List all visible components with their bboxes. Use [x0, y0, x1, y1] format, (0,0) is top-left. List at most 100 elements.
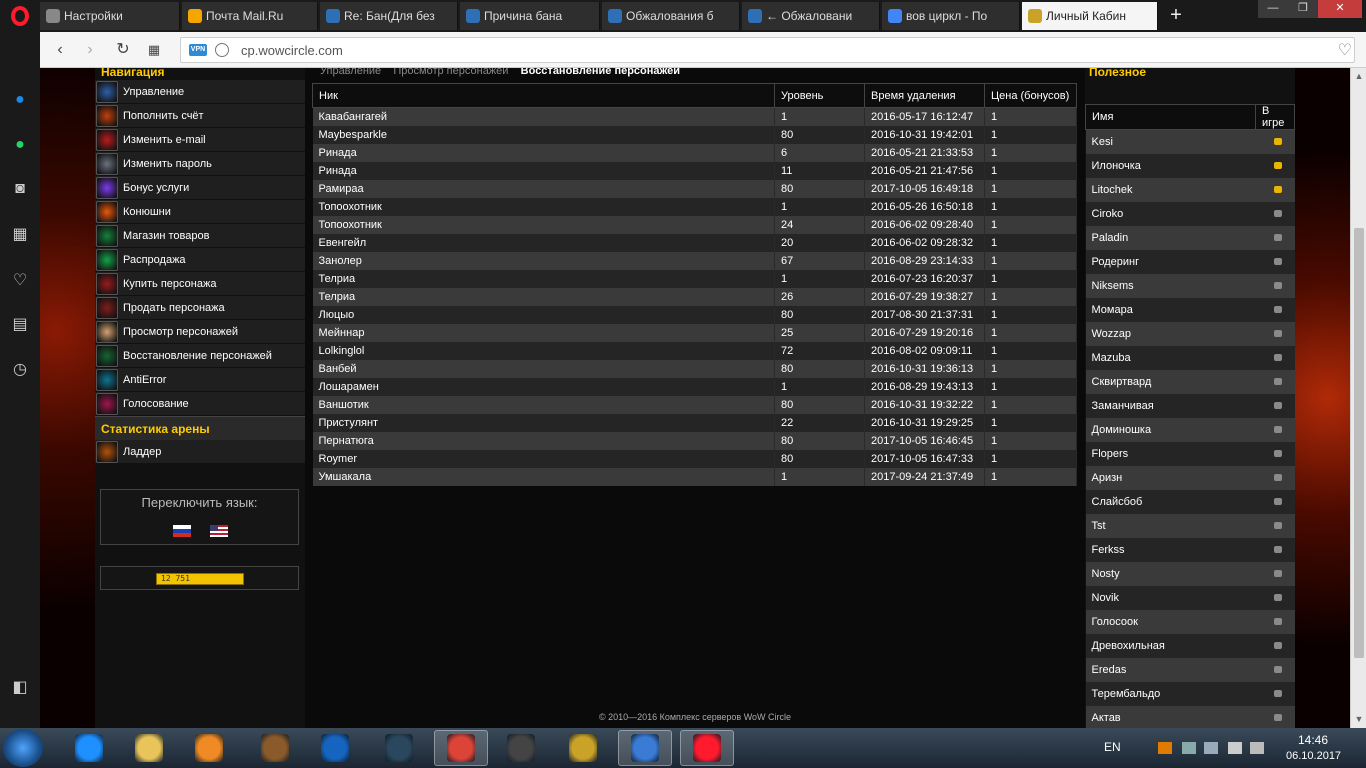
tray-date[interactable]: 06.10.2017: [1286, 750, 1341, 762]
scrollbar-thumb[interactable]: [1354, 228, 1364, 658]
browser-tab[interactable]: вов циркл - По: [882, 2, 1020, 30]
nav-item[interactable]: Управление: [95, 80, 305, 104]
taskbar-app-button[interactable]: [122, 730, 176, 766]
player-row[interactable]: Сквиртвард: [1085, 369, 1295, 394]
page-scrollbar[interactable]: ▲ ▼: [1350, 68, 1366, 728]
player-row[interactable]: Аризн: [1085, 465, 1295, 490]
player-row[interactable]: Wozzap: [1085, 321, 1295, 346]
table-row[interactable]: Пернатюга 80 2017-10-05 16:46:45 1: [312, 431, 1077, 450]
nav-item[interactable]: Продать персонажа: [95, 296, 305, 320]
bookmark-heart-icon[interactable]: ♡: [1338, 40, 1352, 60]
table-row[interactable]: Евенгейл 20 2016-06-02 09:28:32 1: [312, 233, 1077, 252]
table-row[interactable]: Ваншотик 80 2016-10-31 19:32:22 1: [312, 395, 1077, 414]
nav-item[interactable]: Купить персонажа: [95, 272, 305, 296]
browser-tab[interactable]: Re: Бан(Для без: [320, 2, 458, 30]
taskbar-app-button[interactable]: [372, 730, 426, 766]
tray-signal-icon[interactable]: [1228, 742, 1242, 754]
reload-button[interactable]: ↻: [113, 40, 133, 60]
whatsapp-icon[interactable]: ●: [8, 133, 32, 157]
tray-fire-icon[interactable]: [1158, 742, 1172, 754]
tab-management[interactable]: Управление: [320, 68, 381, 77]
table-row[interactable]: Пристулянт 22 2016-10-31 19:29:25 1: [312, 413, 1077, 432]
taskbar-app-button[interactable]: [182, 730, 236, 766]
table-row[interactable]: Мейннар 25 2016-07-29 19:20:16 1: [312, 323, 1077, 342]
player-row[interactable]: Mazuba: [1085, 345, 1295, 370]
tray-language[interactable]: EN: [1104, 740, 1121, 754]
sidebar-toggle-icon[interactable]: ◧: [8, 675, 32, 699]
table-row[interactable]: Телриа 26 2016-07-29 19:38:27 1: [312, 287, 1077, 306]
flag-russia-icon[interactable]: [173, 525, 191, 537]
messenger-icon[interactable]: ●: [8, 88, 32, 112]
player-row[interactable]: Flopers: [1085, 441, 1295, 466]
table-row[interactable]: Рамираа 80 2017-10-05 16:49:18 1: [312, 179, 1077, 198]
vpn-badge[interactable]: VPN: [189, 44, 207, 56]
player-row[interactable]: Niksems: [1085, 273, 1295, 298]
table-row[interactable]: Ванбей 80 2016-10-31 19:36:13 1: [312, 359, 1077, 378]
flag-usa-icon[interactable]: [210, 525, 228, 537]
nav-item[interactable]: Изменить e-mail: [95, 128, 305, 152]
scroll-up-arrow-icon[interactable]: ▲: [1354, 71, 1364, 81]
player-row[interactable]: Nosty: [1085, 561, 1295, 586]
table-row[interactable]: Lolkinglol 72 2016-08-02 09:09:11 1: [312, 341, 1077, 360]
player-row[interactable]: Tst: [1085, 513, 1295, 538]
tray-time[interactable]: 14:46: [1298, 733, 1328, 747]
taskbar-app-button[interactable]: [62, 730, 116, 766]
taskbar-app-button[interactable]: [308, 730, 362, 766]
player-row[interactable]: Novik: [1085, 585, 1295, 610]
browser-tab[interactable]: Обжалования б: [602, 2, 740, 30]
history-clock-icon[interactable]: ◷: [8, 357, 32, 381]
column-header-deleted-time[interactable]: Время удаления: [864, 83, 985, 108]
arena-item[interactable]: Ладдер: [95, 440, 305, 464]
tray-network-error-icon[interactable]: [1182, 742, 1196, 754]
player-row[interactable]: Илоночка: [1085, 153, 1295, 178]
player-row[interactable]: Слайсбоб: [1085, 489, 1295, 514]
camera-icon[interactable]: ◙: [8, 177, 32, 201]
nav-item[interactable]: Просмотр персонажей: [95, 320, 305, 344]
table-row[interactable]: Ринада 11 2016-05-21 21:47:56 1: [312, 161, 1077, 180]
browser-tab[interactable]: Почта Mail.Ru: [182, 2, 318, 30]
nav-item[interactable]: Пополнить счёт: [95, 104, 305, 128]
player-row[interactable]: Ferkss: [1085, 537, 1295, 562]
tray-device-icon[interactable]: [1204, 742, 1218, 754]
table-row[interactable]: Люцыо 80 2017-08-30 21:37:31 1: [312, 305, 1077, 324]
window-minimize-button[interactable]: —: [1258, 0, 1288, 18]
column-header-level[interactable]: Уровень: [774, 83, 865, 108]
player-row[interactable]: Момара: [1085, 297, 1295, 322]
tab-restore-characters[interactable]: Восстановление персонажей: [521, 68, 680, 77]
nav-item[interactable]: Голосование: [95, 392, 305, 416]
taskbar-app-button[interactable]: [434, 730, 488, 766]
visitor-counter[interactable]: 12 751: [156, 573, 244, 585]
taskbar-app-button[interactable]: [494, 730, 548, 766]
table-row[interactable]: Умшакала 1 2017-09-24 21:37:49 1: [312, 467, 1077, 486]
browser-tab[interactable]: Личный Кабин: [1022, 2, 1158, 30]
player-row[interactable]: Litochek: [1085, 177, 1295, 202]
nav-item[interactable]: Бонус услуги: [95, 176, 305, 200]
nav-item[interactable]: Восстановление персонажей: [95, 344, 305, 368]
nav-item[interactable]: Магазин товаров: [95, 224, 305, 248]
taskbar-app-button[interactable]: [618, 730, 672, 766]
player-row[interactable]: Ciroko: [1085, 201, 1295, 226]
taskbar-app-button[interactable]: [556, 730, 610, 766]
back-button[interactable]: ‹: [50, 40, 70, 60]
taskbar-app-button[interactable]: [680, 730, 734, 766]
table-row[interactable]: Roymer 80 2017-10-05 16:47:33 1: [312, 449, 1077, 468]
player-row[interactable]: Родеринг: [1085, 249, 1295, 274]
speed-dial-icon[interactable]: ▦: [144, 40, 164, 60]
start-button-icon[interactable]: [3, 729, 43, 767]
nav-item[interactable]: AntiError: [95, 368, 305, 392]
player-row[interactable]: Eredas: [1085, 657, 1295, 682]
column-header-price[interactable]: Цена (бонусов): [984, 83, 1077, 108]
table-row[interactable]: Ринада 6 2016-05-21 21:33:53 1: [312, 143, 1077, 162]
table-row[interactable]: Телриа 1 2016-07-23 16:20:37 1: [312, 269, 1077, 288]
column-header-nick[interactable]: Ник: [312, 83, 775, 108]
apps-grid-icon[interactable]: ▦: [8, 222, 32, 246]
table-row[interactable]: Maybesparkle 80 2016-10-31 19:42:01 1: [312, 125, 1077, 144]
browser-tab[interactable]: ← Обжаловани: [742, 2, 880, 30]
player-row[interactable]: Paladin: [1085, 225, 1295, 250]
table-row[interactable]: Кавабангагей 1 2016-05-17 16:12:47 1: [312, 107, 1077, 126]
player-row[interactable]: Kesi: [1085, 129, 1295, 154]
window-maximize-button[interactable]: ❐: [1288, 0, 1318, 18]
new-tab-button[interactable]: +: [1164, 4, 1188, 28]
opera-menu-icon[interactable]: [0, 0, 40, 32]
nav-item[interactable]: Распродажа: [95, 248, 305, 272]
